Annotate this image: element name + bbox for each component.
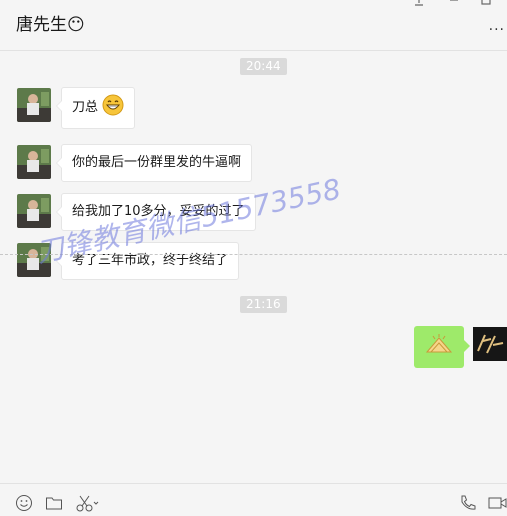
chat-title: 唐先生😶 <box>16 15 85 35</box>
timestamp: 21:16 <box>240 296 287 313</box>
clap-sticker-icon <box>424 332 454 362</box>
scissors-icon[interactable] <box>76 494 100 516</box>
emoji-icon[interactable] <box>15 494 33 516</box>
timestamp: 20:44 <box>240 58 287 75</box>
more-options-icon[interactable]: ... <box>489 18 505 34</box>
pin-icon[interactable] <box>413 0 425 9</box>
message-bubble: 刀总 <box>55 87 136 129</box>
folder-icon[interactable] <box>45 494 63 516</box>
contact-avatar[interactable] <box>17 88 51 122</box>
my-avatar[interactable] <box>473 327 507 361</box>
message-text: 给我加了10多分，妥妥的过了 <box>72 204 245 219</box>
sent-message-bubble <box>414 326 470 368</box>
contact-avatar[interactable] <box>17 145 51 179</box>
divider <box>0 254 507 255</box>
input-toolbar <box>0 483 507 512</box>
video-icon[interactable] <box>488 494 507 516</box>
message-text: 你的最后一份群里发的牛逼啊 <box>72 155 242 170</box>
message-bubble: 考了三年市政，终于终结了 <box>55 242 240 280</box>
contact-avatar[interactable] <box>17 194 51 228</box>
chat-header: 唐先生😶 ... <box>0 0 507 51</box>
minimize-icon[interactable] <box>448 0 460 9</box>
message-text: 刀总 <box>72 100 99 115</box>
grin-emoji-icon <box>102 94 124 123</box>
message-bubble: 给我加了10多分，妥妥的过了 <box>56 193 256 231</box>
message-bubble: 你的最后一份群里发的牛逼啊 <box>55 144 253 182</box>
contact-avatar[interactable] <box>17 243 51 277</box>
phone-icon[interactable] <box>459 494 477 516</box>
maximize-icon[interactable] <box>480 0 492 9</box>
